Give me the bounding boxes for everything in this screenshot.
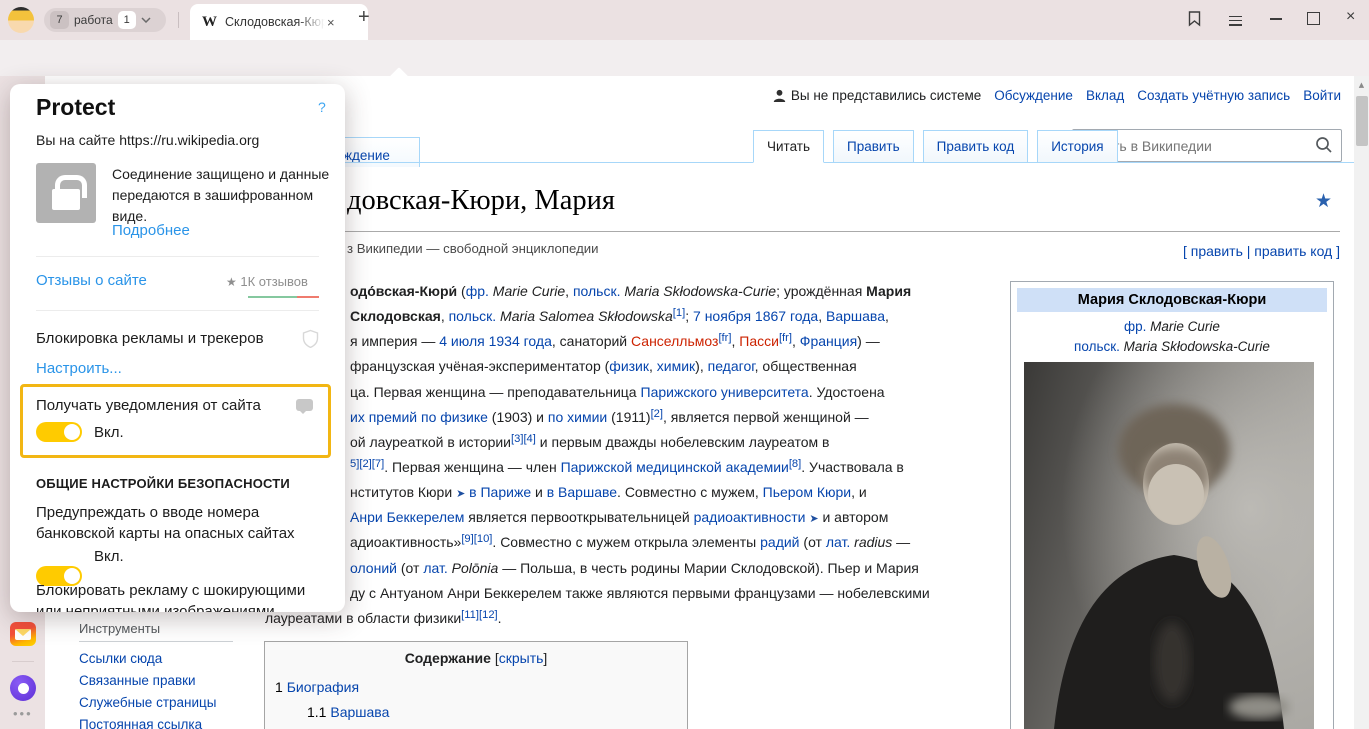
configure-link[interactable]: Настроить...	[36, 360, 122, 377]
toc-box: Содержание [скрыть] 1 Биография 1.1 Варш…	[264, 641, 688, 729]
tab-separator	[178, 12, 179, 28]
yandex-mail-icon[interactable]	[10, 622, 36, 646]
article-line: ой лауреаткой в истории[3][4] и первым д…	[350, 434, 930, 459]
notifications-state: Вкл.	[94, 424, 124, 441]
infobox-name-pl: польск. Maria Skłodowska-Curie	[1011, 337, 1333, 357]
sidebar-link-specialpages[interactable]: Служебные страницы	[79, 692, 216, 714]
login-status: Вы не представились системе	[773, 88, 981, 103]
infobox-name-fr: фр. Marie Curie	[1011, 317, 1333, 337]
article-line: адиоактивность»[9][10]. Совместно с муже…	[350, 534, 930, 559]
wikipedia-favicon: W	[202, 14, 217, 31]
profile-avatar[interactable]	[8, 7, 34, 33]
card-warning-label: Предупреждать о вводе номера банковской …	[36, 502, 336, 544]
shock-ads-label: Блокировать рекламу с шокирующими или не…	[36, 580, 331, 612]
article-line: я империя — 4 июля 1934 года, санаторий …	[350, 333, 930, 358]
notifications-highlight-box	[20, 384, 331, 458]
adblock-label: Блокировка рекламы и трекеров	[36, 330, 264, 347]
tab-group-count: 7	[50, 11, 69, 29]
site-reviews-link[interactable]: Отзывы о сайте	[36, 272, 147, 289]
shield-icon	[302, 329, 319, 348]
tab-group-label: работа	[74, 13, 113, 27]
active-tab[interactable]: W Склодовская-Кюри, Ма ×	[190, 4, 368, 40]
toolbar: Я https://ru.wikipedia.org/wiki/Склодовс…	[0, 40, 1369, 76]
toc-header[interactable]: Содержание [скрыть]	[265, 650, 687, 666]
new-tab-button[interactable]: +	[358, 6, 370, 29]
minimize-button[interactable]	[1270, 18, 1282, 20]
window-close-button[interactable]: ×	[1346, 8, 1355, 26]
scrollbar-up-icon[interactable]: ▲	[1354, 76, 1369, 94]
login-link[interactable]: Войти	[1303, 88, 1341, 103]
bookmarks-panel-icon[interactable]	[1186, 10, 1203, 27]
article-line: их премий по физике (1903) и по химии (1…	[350, 409, 930, 434]
article-line: олоний (от лат. Polōnia — Польша, в чест…	[350, 560, 930, 585]
article-line: лауреатами в области физики[11][12].	[265, 610, 930, 635]
article-line: нститутов Кюри ➤ в Париже и в Варшаве. С…	[350, 484, 930, 509]
contributions-link[interactable]: Вклад	[1086, 88, 1124, 103]
sidebar-link-relatedchanges[interactable]: Связанные правки	[79, 670, 216, 692]
tab-edit-source[interactable]: Править код	[923, 130, 1029, 163]
alice-assistant-icon[interactable]	[10, 675, 36, 701]
page-scrollbar[interactable]: ▲	[1354, 76, 1369, 729]
more-icon[interactable]: •••	[13, 706, 33, 721]
page-title: довская-Кюри, Мария	[347, 185, 615, 217]
browser-window: 7 работа 1 W Склодовская-Кюри, Ма × + × …	[0, 0, 1369, 729]
tab-history[interactable]: История	[1037, 130, 1117, 163]
article-line: 5][2][7]. Первая женщина — член Парижско…	[350, 459, 930, 484]
star-icon: ★	[226, 275, 237, 289]
card-warning-state: Вкл.	[94, 548, 124, 565]
protect-popup: Protect ? Вы на сайте https://ru.wikiped…	[10, 84, 345, 612]
scrollbar-thumb[interactable]	[1356, 96, 1368, 146]
wiki-personal-bar: Вы не представились системе Обсуждение В…	[773, 88, 1341, 103]
tab-edit[interactable]: Править	[833, 130, 914, 163]
chevron-down-icon	[141, 17, 151, 23]
section-edit-links[interactable]: [ править | править код ]	[1183, 243, 1340, 259]
chat-bubble-icon	[296, 399, 313, 411]
notifications-label: Получать уведомления от сайта	[36, 397, 261, 414]
reviews-rating-bar	[248, 296, 319, 298]
portrait-photo[interactable]	[1024, 362, 1314, 729]
infobox: Мария Склодовская-Кюри фр. Marie Curie п…	[1010, 281, 1334, 729]
article-line: одо́вская-Кюри́ (фр. Marie Curie, польск…	[350, 283, 930, 308]
protect-title: Protect	[36, 94, 115, 121]
details-link[interactable]: Подробнее	[112, 222, 190, 239]
tab-group[interactable]: 7 работа 1	[44, 8, 166, 32]
site-line: Вы на сайте https://ru.wikipedia.org	[36, 132, 259, 148]
sidebar-link-permalink[interactable]: Постоянная ссылка	[79, 714, 216, 729]
sidebar-link-whatlinkshere[interactable]: Ссылки сюда	[79, 648, 216, 670]
reviews-count[interactable]: ★ 1К отзывов	[226, 274, 308, 289]
menu-icon[interactable]	[1229, 13, 1242, 28]
secure-connection-text: Соединение защищено и данные передаются …	[112, 164, 344, 227]
search-icon[interactable]	[1315, 136, 1333, 154]
article-line: Склодовская, польск. Maria Salomea Skłod…	[350, 308, 930, 333]
site-tagline: з Википедии — свободной энциклопедии	[347, 241, 599, 256]
lead-paragraph: одо́вская-Кюри́ (фр. Marie Curie, польск…	[350, 283, 930, 635]
article-line: французская учёная-экспериментатор (физи…	[350, 358, 930, 383]
wiki-view-tabs: Читать Править Править код История	[753, 130, 1118, 163]
article-line: Анри Беккерелем является первооткрывател…	[350, 509, 930, 534]
close-tab-icon[interactable]: ×	[327, 15, 335, 30]
tools-links: Ссылки сюда Связанные правки Служебные с…	[79, 648, 216, 729]
toc-item-warsaw[interactable]: 1.1 Варшава	[307, 704, 687, 720]
toc-item-biography[interactable]: 1 Биография	[275, 679, 687, 695]
tab-bar: 7 работа 1 W Склодовская-Кюри, Ма × + ×	[0, 0, 1369, 40]
article-line: ду с Антуаном Анри Беккерелем также явля…	[350, 585, 930, 610]
tab-group-badge: 1	[118, 11, 136, 29]
maximize-button[interactable]	[1307, 12, 1320, 25]
article-line: ца. Первая женщина — преподавательница П…	[350, 384, 930, 409]
lock-icon	[36, 163, 96, 223]
help-link[interactable]: ?	[318, 99, 326, 115]
talk-link[interactable]: Обсуждение	[994, 88, 1073, 103]
tools-header: Инструменты	[79, 621, 233, 642]
infobox-title: Мария Склодовская-Кюри	[1017, 288, 1327, 312]
person-icon	[773, 89, 786, 102]
create-account-link[interactable]: Создать учётную запись	[1137, 88, 1290, 103]
tab-read[interactable]: Читать	[753, 130, 824, 163]
notifications-toggle[interactable]	[36, 422, 82, 442]
watch-star-icon[interactable]: ★	[1315, 190, 1332, 212]
tab-title: Склодовская-Кюри, Ма	[225, 15, 325, 29]
general-security-header: ОБЩИЕ НАСТРОЙКИ БЕЗОПАСНОСТИ	[36, 476, 290, 491]
